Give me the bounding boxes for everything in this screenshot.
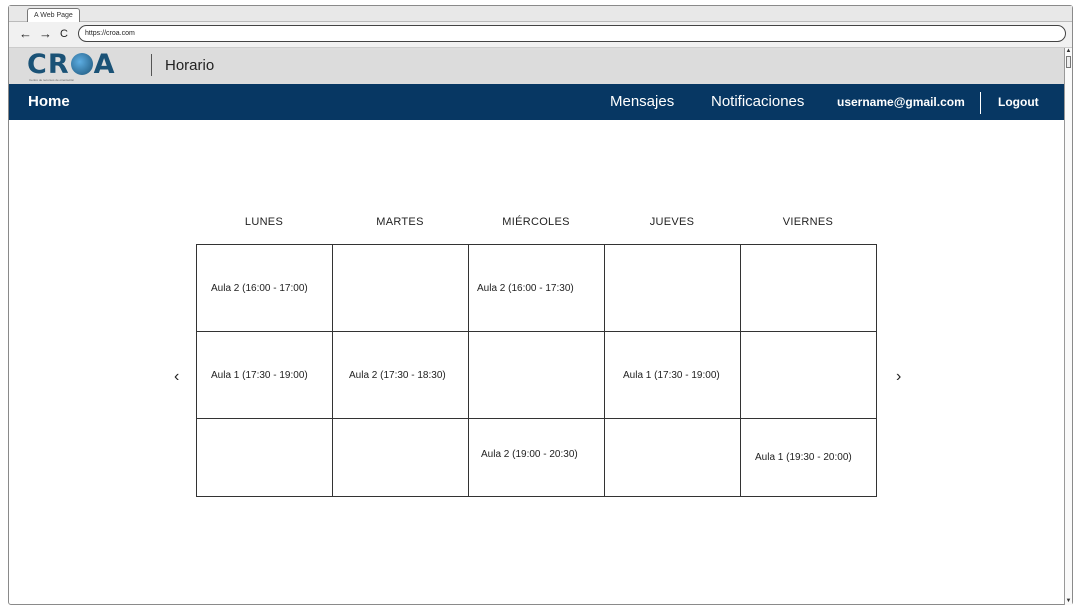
day-header-jueves: JUEVES <box>649 216 695 228</box>
schedule-cell[interactable]: Aula 2 (19:00 - 20:30) <box>469 419 605 496</box>
nav-mensajes-link[interactable]: Mensajes <box>610 93 674 110</box>
schedule-cell[interactable]: Aula 2 (17:30 - 18:30) <box>333 332 469 419</box>
day-header-lunes: LUNES <box>244 216 284 228</box>
schedule-grid: Aula 2 (16:00 - 17:00) Aula 2 (16:00 - 1… <box>196 244 877 497</box>
schedule-cell[interactable]: Aula 2 (16:00 - 17:00) <box>197 245 333 332</box>
scroll-thumb[interactable] <box>1066 56 1071 68</box>
nav-notificaciones-link[interactable]: Notificaciones <box>711 93 804 110</box>
schedule-cell[interactable] <box>741 245 876 332</box>
tab-strip: A Web Page <box>9 6 1072 22</box>
scroll-down-icon[interactable]: ▼ <box>1065 598 1072 605</box>
schedule-cell[interactable]: Aula 1 (17:30 - 19:00) <box>605 332 741 419</box>
address-bar-row: ← → C https://croa.com <box>9 22 1072 48</box>
day-header-martes: MARTES <box>376 216 424 228</box>
schedule-cell[interactable] <box>741 332 876 419</box>
schedule-cell[interactable] <box>333 245 469 332</box>
scroll-up-icon[interactable]: ▲ <box>1065 48 1072 55</box>
next-week-icon[interactable]: › <box>896 368 901 386</box>
main-navbar: Home Mensajes Notificaciones username@gm… <box>9 84 1072 120</box>
schedule-cell[interactable]: Aula 1 (17:30 - 19:00) <box>197 332 333 419</box>
schedule-cell[interactable] <box>605 419 741 496</box>
schedule-cell[interactable]: Aula 2 (16:00 - 17:30) <box>469 245 605 332</box>
schedule-row: Aula 1 (17:30 - 19:00) Aula 2 (17:30 - 1… <box>197 332 876 419</box>
schedule-row: Aula 2 (16:00 - 17:00) Aula 2 (16:00 - 1… <box>197 245 876 332</box>
day-header-viernes: VIERNES <box>782 216 834 228</box>
logout-button[interactable]: Logout <box>998 95 1039 109</box>
browser-tab[interactable]: A Web Page <box>27 8 80 22</box>
back-arrow-icon[interactable]: ← <box>19 26 32 42</box>
previous-week-icon[interactable]: ‹ <box>174 368 179 386</box>
schedule-cell[interactable] <box>333 419 469 496</box>
browser-window: A Web Page ← → C https://croa.com CR A Ce… <box>8 5 1073 605</box>
vertical-scrollbar[interactable]: ▲ ▼ <box>1064 48 1072 605</box>
logo-tagline: Centro de recursos de orientación <box>29 78 75 82</box>
globe-icon <box>70 53 93 75</box>
schedule-cell[interactable] <box>197 419 333 496</box>
day-header-miercoles: MIÉRCOLES <box>502 216 570 228</box>
day-headers: LUNES MARTES MIÉRCOLES JUEVES VIERNES <box>196 216 877 234</box>
schedule-cell[interactable]: Aula 1 (19:30 - 20:00) <box>741 419 876 496</box>
schedule-cell[interactable] <box>605 245 741 332</box>
schedule-row: Aula 2 (19:00 - 20:30) Aula 1 (19:30 - 2… <box>197 419 876 496</box>
url-field[interactable]: https://croa.com <box>78 25 1066 42</box>
reload-icon[interactable]: C <box>60 26 68 42</box>
nav-divider <box>980 92 981 114</box>
nav-home-link[interactable]: Home <box>28 93 70 110</box>
logo-wordmark: CR A <box>27 49 116 80</box>
schedule-cell[interactable] <box>469 332 605 419</box>
header-divider <box>151 54 152 76</box>
forward-arrow-icon[interactable]: → <box>39 26 52 42</box>
user-email[interactable]: username@gmail.com <box>837 95 965 109</box>
page-title: Horario <box>165 57 215 74</box>
app-header: CR A Centro de recursos de orientación Ho… <box>9 48 1072 84</box>
croa-logo[interactable]: CR A Centro de recursos de orientación <box>27 50 135 84</box>
